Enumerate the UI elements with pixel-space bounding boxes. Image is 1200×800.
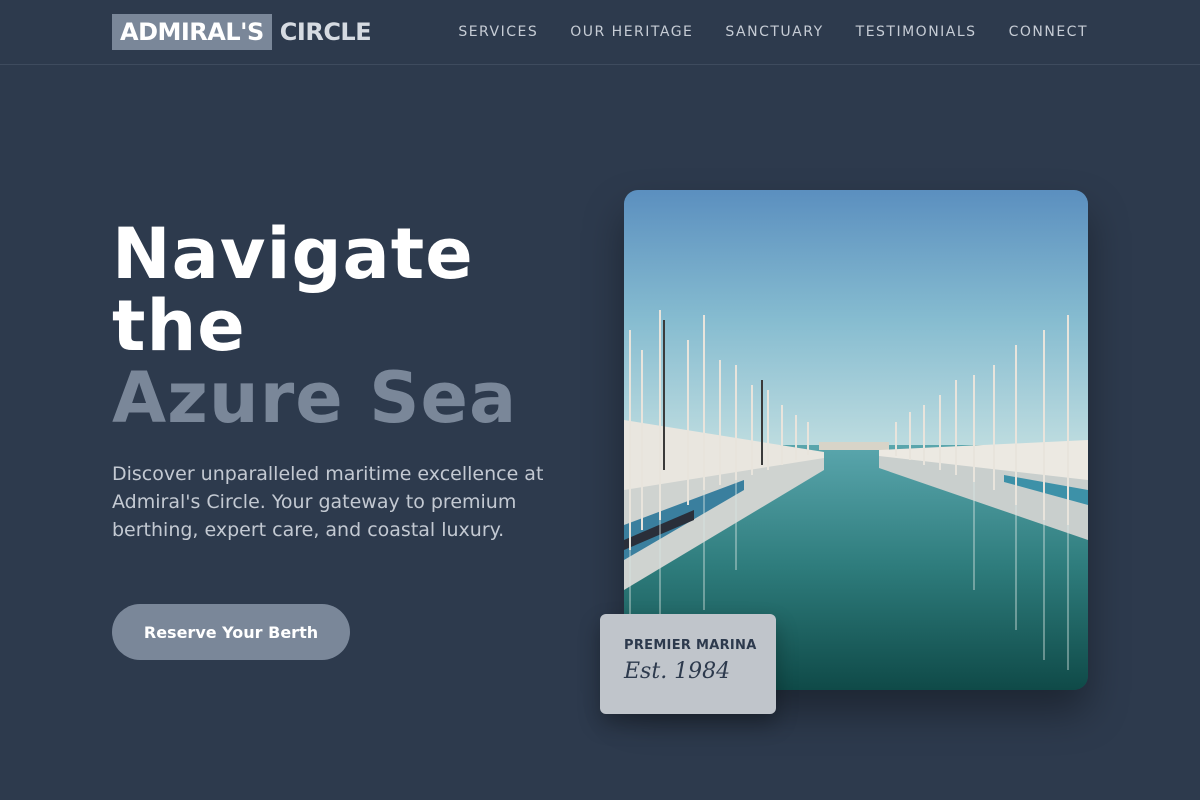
main-nav: SERVICES OUR HERITAGE SANCTUARY TESTIMON… [458, 22, 1088, 42]
hero-title: Navigate the Azure Sea [112, 218, 517, 434]
premier-marina-badge: PREMIER MARINA Est. 1984 [600, 614, 776, 714]
badge-label: PREMIER MARINA [624, 638, 757, 653]
logo[interactable]: ADMIRAL'S CIRCLE [112, 14, 372, 50]
hero-title-line1: Navigate [112, 213, 474, 295]
nav-link-connect[interactable]: CONNECT [1009, 22, 1088, 42]
nav-link-heritage[interactable]: OUR HERITAGE [570, 22, 693, 42]
logo-highlight: ADMIRAL'S [112, 14, 272, 50]
hero-title-accent: Azure Sea [112, 357, 518, 439]
hero-description: Discover unparalleled maritime excellenc… [112, 463, 544, 541]
badge-established: Est. 1984 [624, 659, 731, 684]
reserve-berth-button[interactable]: Reserve Your Berth [112, 604, 350, 660]
nav-link-services[interactable]: SERVICES [458, 22, 538, 42]
nav-link-sanctuary[interactable]: SANCTUARY [725, 22, 823, 42]
logo-text: CIRCLE [279, 18, 372, 46]
nav-link-testimonials[interactable]: TESTIMONIALS [856, 22, 977, 42]
hero-title-line2: the [112, 285, 246, 367]
site-header: ADMIRAL'S CIRCLE SERVICES OUR HERITAGE S… [0, 0, 1200, 65]
